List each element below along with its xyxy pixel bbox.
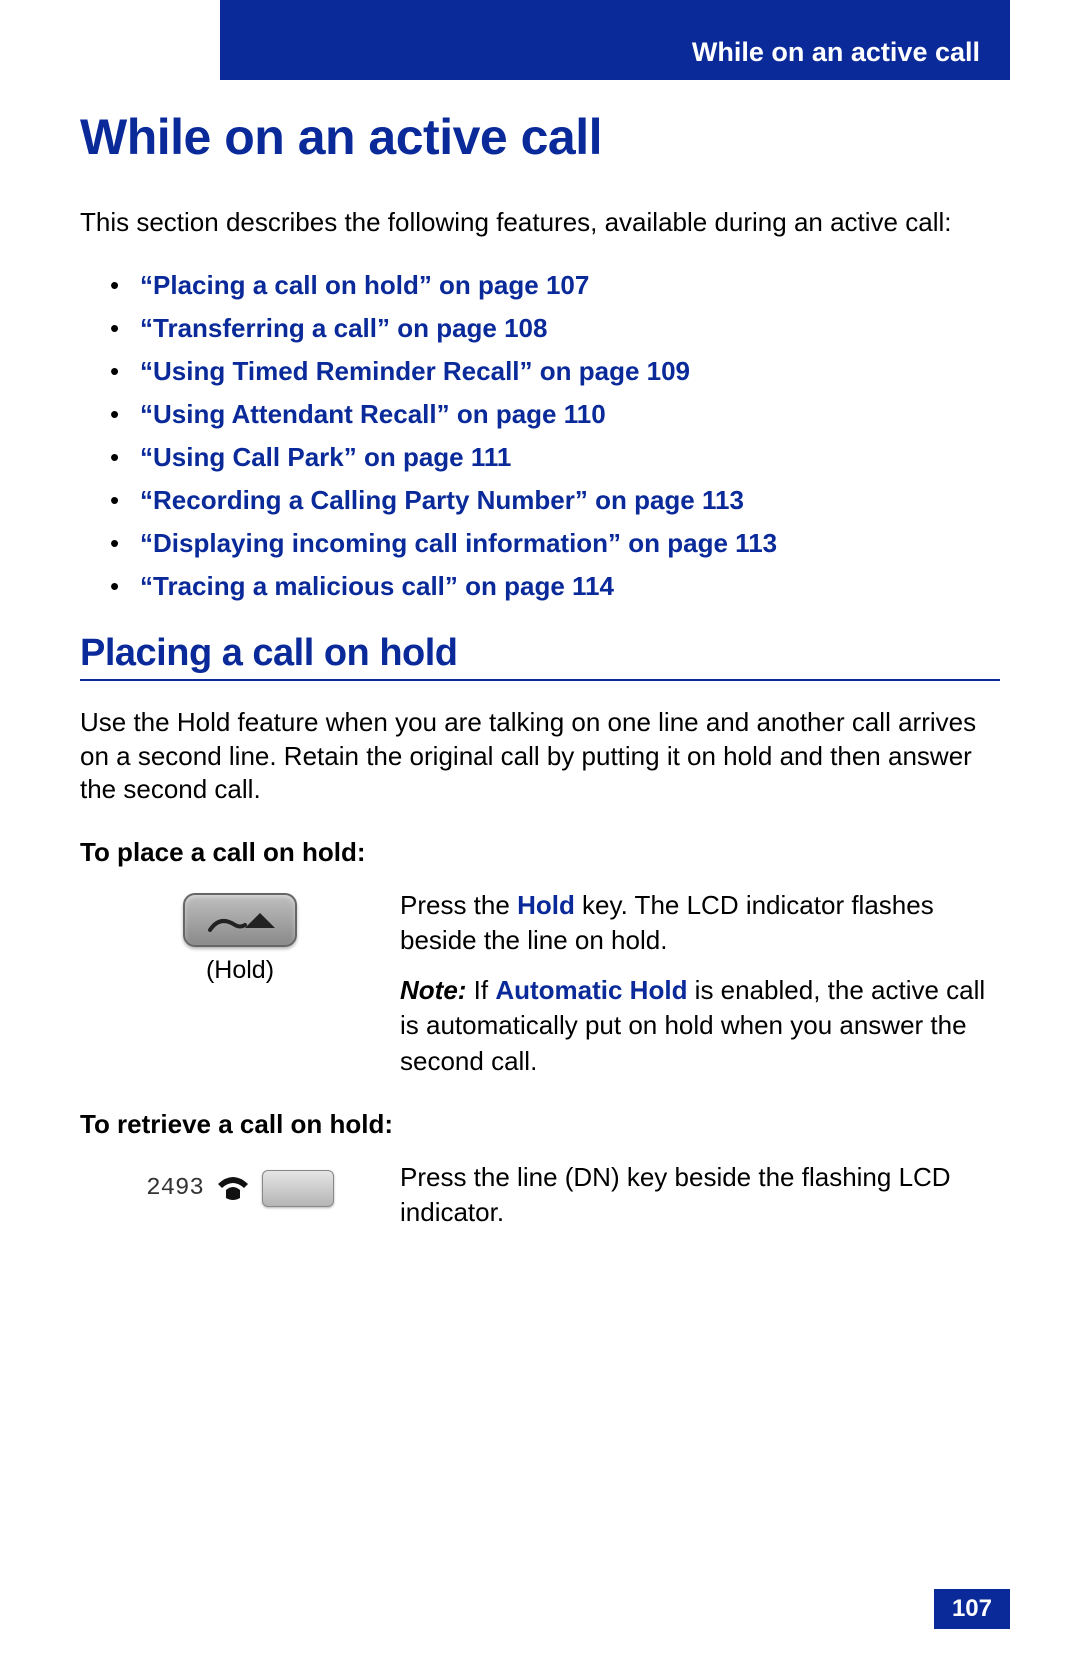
retrieve-text: Press the line (DN) key beside the flash…	[400, 1160, 1000, 1230]
toc-link[interactable]: “Using Attendant Recall” on page 110	[110, 399, 1000, 430]
place-text-pre: Press the	[400, 890, 517, 920]
toc-link[interactable]: “Using Call Park” on page 111	[110, 442, 1000, 473]
toc-link[interactable]: “Transferring a call” on page 108	[110, 313, 1000, 344]
place-heading: To place a call on hold:	[80, 837, 1000, 868]
toc-links: “Placing a call on hold” on page 107 “Tr…	[80, 270, 1000, 602]
note-pre: If	[466, 975, 495, 1005]
hold-key-illustration: (Hold)	[80, 888, 400, 985]
place-note: Note: If Automatic Hold is enabled, the …	[400, 973, 1000, 1078]
page-number: 107	[934, 1589, 1010, 1629]
section-heading: Placing a call on hold	[80, 632, 1000, 681]
place-text: Press the Hold key. The LCD indicator fl…	[400, 888, 1000, 1078]
phone-icon	[216, 1174, 250, 1202]
note-label: Note:	[400, 975, 466, 1005]
page-content: While on an active call This section des…	[80, 108, 1000, 1260]
intro-text: This section describes the following fea…	[80, 206, 1000, 240]
toc-link[interactable]: “Placing a call on hold” on page 107	[110, 270, 1000, 301]
hold-key-icon	[183, 893, 297, 947]
hold-caption: (Hold)	[80, 956, 400, 985]
retrieve-step: 2493 Press the line (DN) key beside the …	[80, 1160, 1000, 1230]
retrieve-heading: To retrieve a call on hold:	[80, 1109, 1000, 1140]
dn-number: 2493	[146, 1175, 204, 1202]
dn-key-icon	[262, 1170, 334, 1207]
place-step: (Hold) Press the Hold key. The LCD indic…	[80, 888, 1000, 1078]
toc-link[interactable]: “Using Timed Reminder Recall” on page 10…	[110, 356, 1000, 387]
hold-glyph-icon	[185, 895, 295, 945]
header-tab: While on an active call	[220, 0, 1010, 80]
page-title: While on an active call	[80, 108, 1000, 166]
toc-link[interactable]: “Recording a Calling Party Number” on pa…	[110, 485, 1000, 516]
toc-link[interactable]: “Tracing a malicious call” on page 114	[110, 571, 1000, 602]
auto-hold-keyword: Automatic Hold	[495, 975, 687, 1005]
hold-keyword: Hold	[517, 890, 575, 920]
section-para: Use the Hold feature when you are talkin…	[80, 706, 1000, 807]
dn-key-illustration: 2493	[80, 1160, 400, 1207]
toc-link[interactable]: “Displaying incoming call information” o…	[110, 528, 1000, 559]
header-tab-title: While on an active call	[692, 37, 980, 68]
